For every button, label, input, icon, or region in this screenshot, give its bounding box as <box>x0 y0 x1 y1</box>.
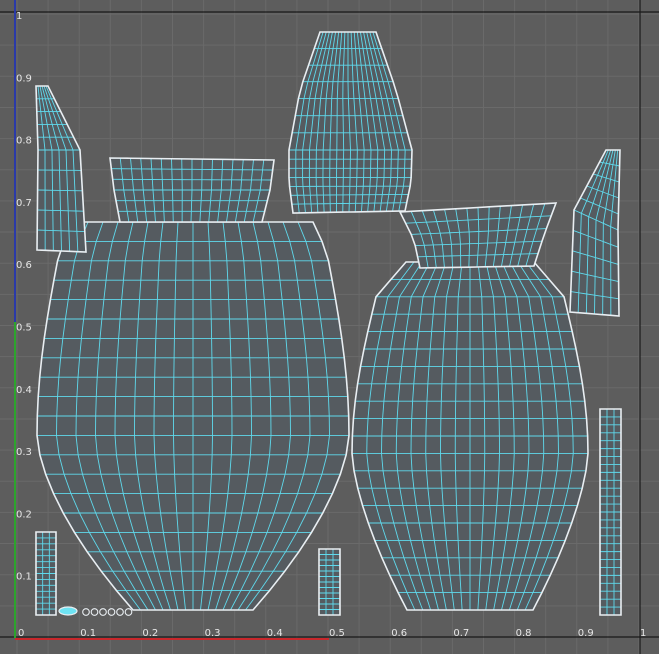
y-tick-label: 0.3 <box>16 447 32 458</box>
right-body-shell[interactable] <box>351 261 589 611</box>
y-tick-label: 0.4 <box>16 385 32 396</box>
x-tick-label: 0 <box>18 628 24 639</box>
x-tick-label: 0.6 <box>391 628 407 639</box>
uv-canvas[interactable]: 0 0.1 0.2 0.3 0.4 0.5 0.6 0.7 0.8 0.9 1 0.1 0.2 0.3 0.… <box>0 0 659 654</box>
y-tick-label: 0.7 <box>16 198 32 209</box>
right-neck-shell[interactable] <box>398 202 558 269</box>
wire-edge-v <box>181 158 183 223</box>
y-tick-label: 0.5 <box>16 323 32 334</box>
x-tick-label: 0.7 <box>453 628 469 639</box>
left-neck-shell[interactable] <box>109 157 275 223</box>
x-tick-label: 0.2 <box>142 628 158 639</box>
button-shell <box>58 606 78 616</box>
left-body-shell[interactable] <box>36 221 350 611</box>
y-tick-label: 0.1 <box>16 572 32 583</box>
x-tick-label: 0.3 <box>205 628 221 639</box>
button-shell <box>82 608 90 616</box>
y-tick-label: 0.2 <box>16 509 32 520</box>
uv-editor-viewport[interactable]: 0 0.1 0.2 0.3 0.4 0.5 0.6 0.7 0.8 0.9 1 0.1 0.2 0.3 0.… <box>0 0 659 654</box>
button-shell <box>90 608 99 616</box>
right-sleeve-shell[interactable] <box>569 149 621 317</box>
button-shell <box>124 608 133 616</box>
y-tick-label: 0.8 <box>16 136 32 147</box>
left-sleeve-shell[interactable] <box>35 85 87 253</box>
x-tick-label: 0.4 <box>267 628 283 639</box>
button-shell <box>99 608 107 616</box>
x-tick-label: 1 <box>640 628 646 639</box>
y-tick-label: 0.9 <box>16 73 32 84</box>
x-tick-label: 0.8 <box>516 628 532 639</box>
small-strip-left[interactable] <box>35 531 57 616</box>
x-tick-label: 0.1 <box>80 628 96 639</box>
tall-strip-right[interactable] <box>599 408 622 616</box>
x-tick-label: 0.5 <box>329 628 345 639</box>
y-tick-label: 0.6 <box>16 260 32 271</box>
small-strip-middle[interactable] <box>318 548 341 616</box>
top-collar-shell[interactable] <box>288 31 413 214</box>
button-shell <box>107 608 116 616</box>
y-tick-label: 1 <box>16 11 22 22</box>
button-row[interactable] <box>58 606 133 616</box>
x-tick-label: 0.9 <box>578 628 594 639</box>
button-shell <box>116 608 124 616</box>
